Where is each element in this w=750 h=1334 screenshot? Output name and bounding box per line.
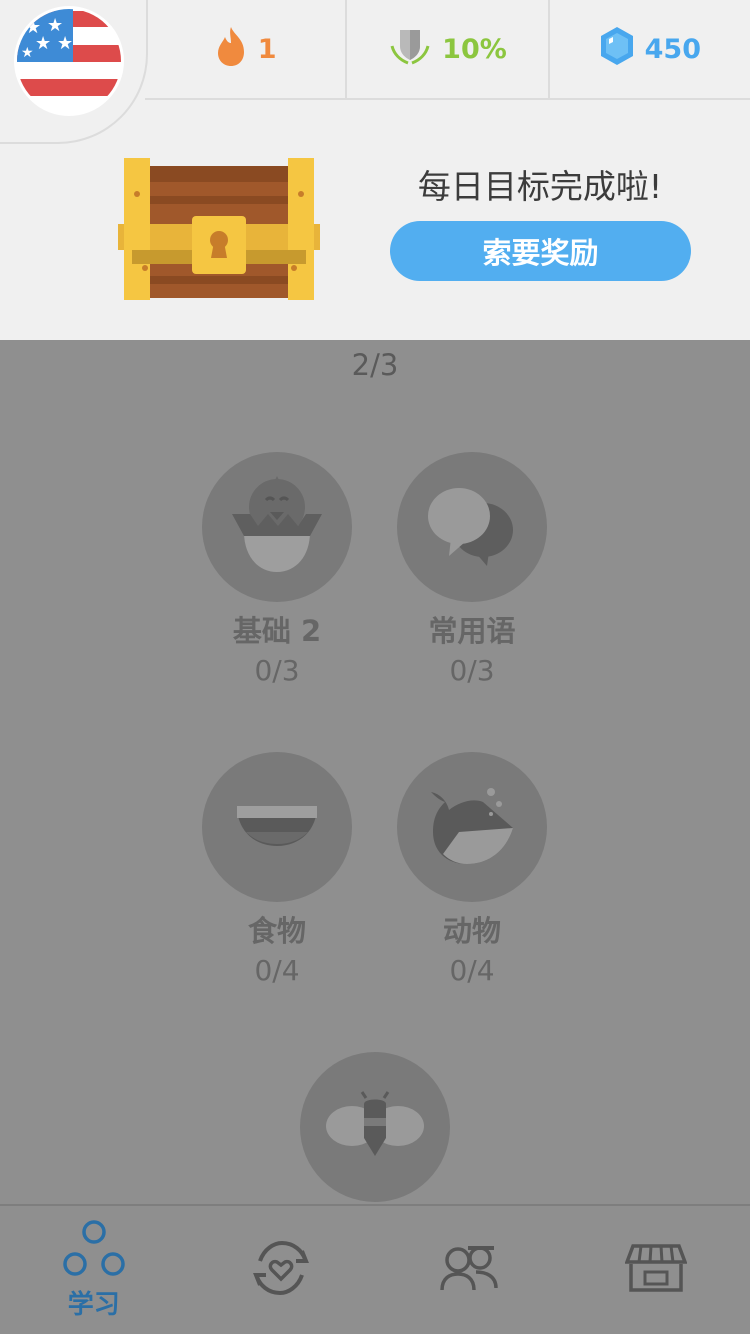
us-flag-icon: ★ ★ ★ ★ ★ bbox=[14, 6, 124, 116]
bowl-icon bbox=[202, 752, 352, 902]
league-shield-icon bbox=[388, 26, 432, 73]
skill-progress: 0/4 bbox=[449, 954, 495, 987]
league-percent: 10% bbox=[442, 33, 507, 65]
skill-next[interactable] bbox=[275, 1052, 475, 1202]
tab-friends[interactable] bbox=[375, 1206, 563, 1334]
bee-icon bbox=[300, 1052, 450, 1202]
bottom-tab-bar: 学习 bbox=[0, 1204, 750, 1334]
skill-animals[interactable]: 动物 0/4 bbox=[372, 752, 572, 987]
skill-food[interactable]: 食物 0/4 bbox=[177, 752, 377, 987]
daily-goal-panel: ★ ★ ★ ★ ★ 1 10% 450 每日目标完成啦! 索要奖励 bbox=[0, 0, 750, 340]
daily-goal-message: 每日目标完成啦! bbox=[417, 167, 663, 206]
skill-name: 食物 bbox=[247, 914, 306, 948]
tab-learn-label: 学习 bbox=[67, 1289, 120, 1320]
whale-icon bbox=[397, 752, 547, 902]
svg-text:★: ★ bbox=[57, 33, 73, 54]
skill-name: 常用语 bbox=[428, 614, 516, 648]
streak-count: 1 bbox=[257, 33, 277, 65]
gems-count: 450 bbox=[644, 33, 701, 65]
speech-bubbles-icon bbox=[397, 452, 547, 602]
shop-icon bbox=[624, 1242, 688, 1298]
course-flag-button[interactable]: ★ ★ ★ ★ ★ bbox=[0, 0, 148, 144]
flame-icon bbox=[214, 25, 248, 74]
league-stat[interactable]: 10% bbox=[345, 0, 547, 98]
skill-phrases[interactable]: 常用语 0/3 bbox=[372, 452, 572, 687]
skill-progress: 0/3 bbox=[254, 654, 300, 687]
practice-heart-icon bbox=[250, 1237, 312, 1303]
treasure-chest-icon[interactable] bbox=[118, 158, 320, 303]
tab-learn[interactable]: 学习 bbox=[0, 1206, 188, 1334]
skill-progress: 0/4 bbox=[254, 954, 300, 987]
skill-progress: 0/3 bbox=[449, 654, 495, 687]
friends-icon bbox=[438, 1242, 500, 1298]
tab-practice[interactable] bbox=[188, 1206, 376, 1334]
claim-reward-button[interactable]: 索要奖励 bbox=[390, 221, 691, 281]
skill-basics-2[interactable]: 基础 2 0/3 bbox=[177, 452, 377, 687]
skill-name: 基础 2 bbox=[232, 614, 322, 648]
stats-bar: 1 10% 450 bbox=[145, 0, 750, 100]
gem-icon bbox=[599, 25, 635, 74]
section-progress: 2/3 bbox=[351, 348, 399, 382]
learn-icon bbox=[62, 1219, 126, 1282]
streak-stat[interactable]: 1 bbox=[145, 0, 345, 98]
hatching-chick-icon bbox=[202, 452, 352, 602]
gems-stat[interactable]: 450 bbox=[547, 0, 750, 98]
tab-shop[interactable] bbox=[563, 1206, 750, 1334]
svg-text:★: ★ bbox=[35, 33, 51, 54]
svg-text:★: ★ bbox=[21, 45, 34, 61]
skill-name: 动物 bbox=[442, 914, 501, 948]
